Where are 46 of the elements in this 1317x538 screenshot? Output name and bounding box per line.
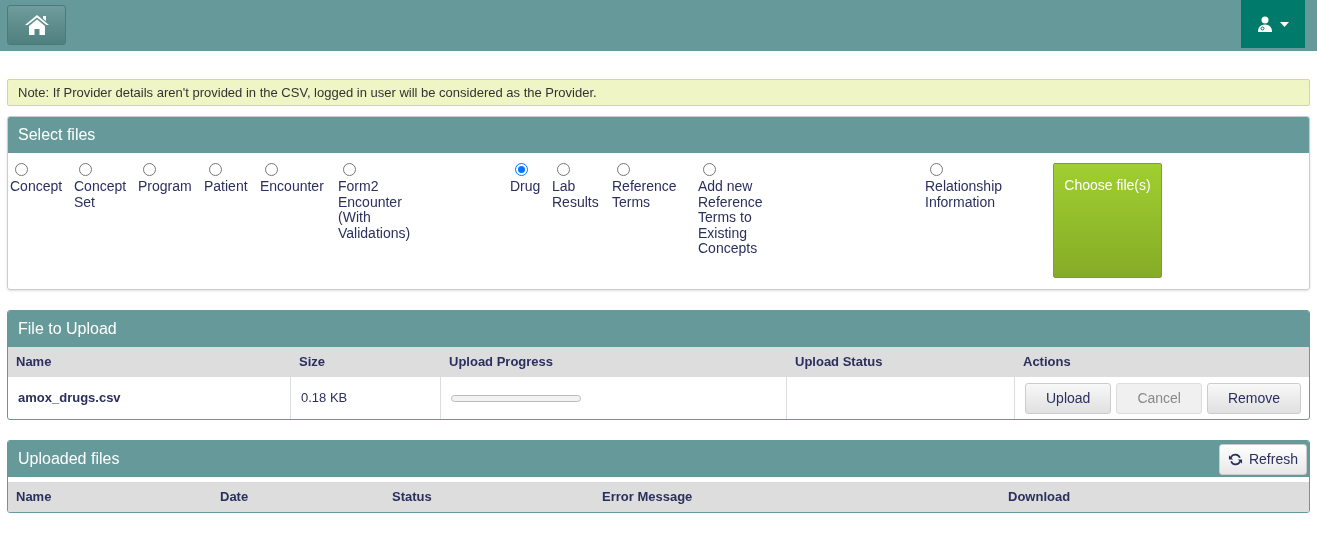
note-banner: Note: If Provider details aren't provided in the CSV, logged in user will be considered as the Provider. [7, 79, 1310, 106]
action-button[interactable]: Upload [1025, 382, 1112, 414]
refresh-icon [1227, 451, 1243, 467]
column-header: Size [298, 353, 326, 372]
radio-button[interactable] [617, 163, 630, 176]
column-header: Name [15, 353, 53, 372]
option-label: Encounter [260, 179, 325, 195]
option-label: Add new Reference Terms to Existing Concepts [698, 179, 764, 257]
option-label: Concept Set [74, 179, 128, 210]
radio-button[interactable] [209, 163, 222, 176]
radio-button[interactable] [15, 163, 28, 176]
refresh-button[interactable]: Refresh [1218, 443, 1307, 475]
column-header: Download [1007, 488, 1072, 507]
caret-icon [1279, 21, 1289, 27]
column-header: Error Message [601, 488, 694, 507]
home-icon [23, 14, 50, 36]
radio-button[interactable] [930, 163, 943, 176]
column-header: Name [15, 488, 53, 507]
radio-button[interactable] [265, 163, 278, 176]
option-label: Reference Terms [612, 179, 678, 210]
panel-title: Select files [8, 117, 1309, 153]
radio-button[interactable] [703, 163, 716, 176]
column-header: Upload Progress [448, 353, 555, 372]
radio-button[interactable] [343, 163, 356, 176]
option-label: Lab Results [552, 179, 600, 210]
file-size: 0.18 KB [301, 389, 348, 408]
option-label: Form2 Encounter (With Validations) [338, 179, 412, 241]
option-label: Patient [204, 179, 249, 195]
radio-button[interactable] [557, 163, 570, 176]
panel-title: File to Upload [8, 311, 1309, 347]
column-header: Actions [1022, 353, 1072, 372]
option-label: Program [138, 179, 193, 195]
user-menu-button[interactable] [1241, 0, 1305, 48]
column-header: Date [219, 488, 250, 507]
column-header: Status [391, 488, 433, 507]
option-label: Relationship Information [925, 179, 1004, 210]
radio-button[interactable] [79, 163, 92, 176]
column-header: Upload Status [794, 353, 884, 372]
home-button[interactable] [7, 5, 66, 45]
option-label: Drug [510, 179, 542, 195]
doctor-icon [1257, 16, 1272, 32]
file-name: amox_drugs.csv [18, 389, 121, 408]
radio-button[interactable] [143, 163, 156, 176]
panel-title: Uploaded files [18, 449, 120, 469]
option-label: Concept [10, 179, 64, 195]
action-button[interactable]: Remove [1206, 382, 1302, 414]
